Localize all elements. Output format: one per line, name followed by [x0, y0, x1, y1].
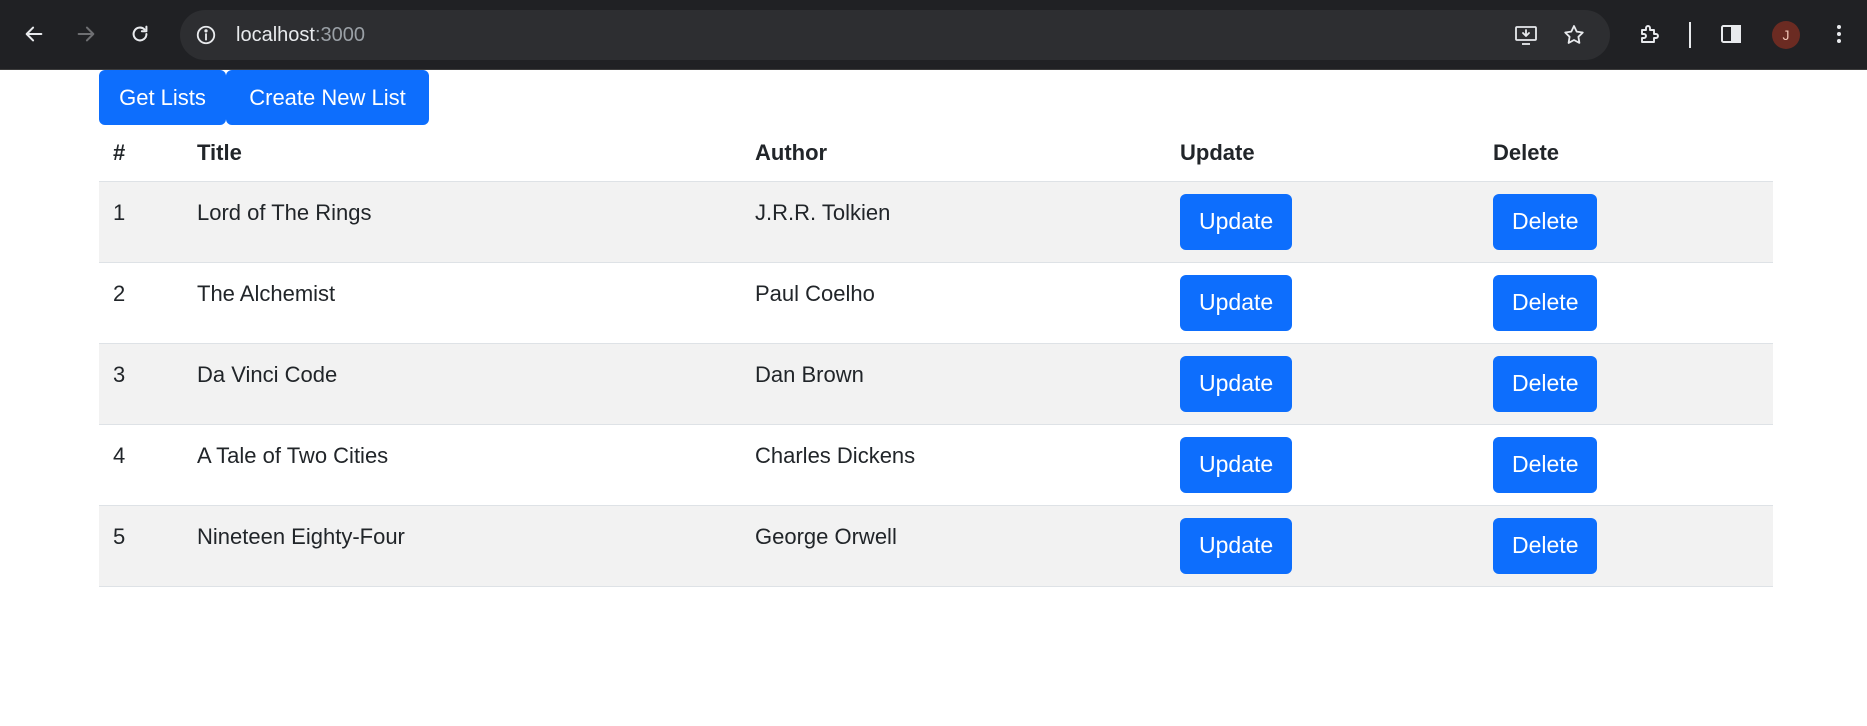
cell-author: Dan Brown	[741, 343, 1166, 425]
cell-delete: Delete	[1479, 424, 1773, 506]
delete-button[interactable]: Delete	[1493, 355, 1598, 412]
header-author: Author	[741, 125, 1166, 182]
forward-icon[interactable]	[66, 14, 106, 54]
cell-author: George Orwell	[741, 505, 1166, 587]
cell-title: The Alchemist	[183, 262, 741, 344]
table-header-row: # Title Author Update Delete	[99, 125, 1773, 182]
cell-title: A Tale of Two Cities	[183, 424, 741, 506]
extensions-icon[interactable]	[1632, 16, 1668, 52]
toolbar-separator	[1689, 22, 1691, 48]
bookmark-star-icon[interactable]	[1561, 22, 1587, 48]
header-delete: Delete	[1479, 125, 1773, 182]
url-text: localhost:3000	[236, 24, 365, 46]
delete-button[interactable]: Delete	[1493, 274, 1598, 331]
header-update: Update	[1166, 125, 1479, 182]
cell-number: 3	[99, 343, 183, 425]
cell-delete: Delete	[1479, 262, 1773, 344]
cell-number: 5	[99, 505, 183, 587]
cell-delete: Delete	[1479, 343, 1773, 425]
table-row: 3 Da Vinci Code Dan Brown Update Delete	[99, 343, 1773, 425]
cell-title: Da Vinci Code	[183, 343, 741, 425]
cell-update: Update	[1166, 505, 1479, 587]
delete-button[interactable]: Delete	[1493, 193, 1598, 250]
cell-number: 1	[99, 181, 183, 263]
address-bar[interactable]: localhost:3000	[180, 10, 1610, 60]
cell-number: 4	[99, 424, 183, 506]
url-port: :3000	[314, 24, 365, 46]
browser-toolbar: localhost:3000 J	[0, 0, 1867, 70]
back-icon[interactable]	[14, 14, 54, 54]
cell-number: 2	[99, 262, 183, 344]
books-table: # Title Author Update Delete 1 Lord of T…	[99, 125, 1773, 587]
cell-title: Lord of The Rings	[183, 181, 741, 263]
update-button[interactable]: Update	[1180, 274, 1293, 331]
cell-update: Update	[1166, 262, 1479, 344]
install-app-icon[interactable]	[1513, 22, 1539, 48]
profile-avatar[interactable]: J	[1772, 21, 1800, 49]
cell-title: Nineteen Eighty-Four	[183, 505, 741, 587]
header-number: #	[99, 125, 183, 182]
cell-delete: Delete	[1479, 505, 1773, 587]
table-row: 2 The Alchemist Paul Coelho Update Delet…	[99, 262, 1773, 344]
cell-update: Update	[1166, 181, 1479, 263]
reload-icon[interactable]	[120, 14, 160, 54]
more-menu-icon[interactable]	[1821, 16, 1857, 52]
get-lists-button[interactable]: Get Lists	[99, 70, 226, 125]
table-row: 4 A Tale of Two Cities Charles Dickens U…	[99, 424, 1773, 506]
side-panel-icon[interactable]	[1713, 16, 1749, 52]
update-button[interactable]: Update	[1180, 436, 1293, 493]
url-host: localhost	[236, 24, 315, 46]
create-new-list-button[interactable]: Create New List	[226, 70, 429, 125]
cell-author: Paul Coelho	[741, 262, 1166, 344]
update-button[interactable]: Update	[1180, 517, 1293, 574]
header-title: Title	[183, 125, 741, 182]
delete-button[interactable]: Delete	[1493, 517, 1598, 574]
update-button[interactable]: Update	[1180, 355, 1293, 412]
cell-update: Update	[1166, 343, 1479, 425]
cell-delete: Delete	[1479, 181, 1773, 263]
delete-button[interactable]: Delete	[1493, 436, 1598, 493]
update-button[interactable]: Update	[1180, 193, 1293, 250]
cell-update: Update	[1166, 424, 1479, 506]
cell-author: Charles Dickens	[741, 424, 1166, 506]
site-info-icon[interactable]	[193, 22, 219, 48]
table-row: 1 Lord of The Rings J.R.R. Tolkien Updat…	[99, 181, 1773, 263]
page-content: Get Lists Create New List # Title Author…	[0, 70, 1867, 726]
cell-author: J.R.R. Tolkien	[741, 181, 1166, 263]
table-row: 5 Nineteen Eighty-Four George Orwell Upd…	[99, 505, 1773, 587]
